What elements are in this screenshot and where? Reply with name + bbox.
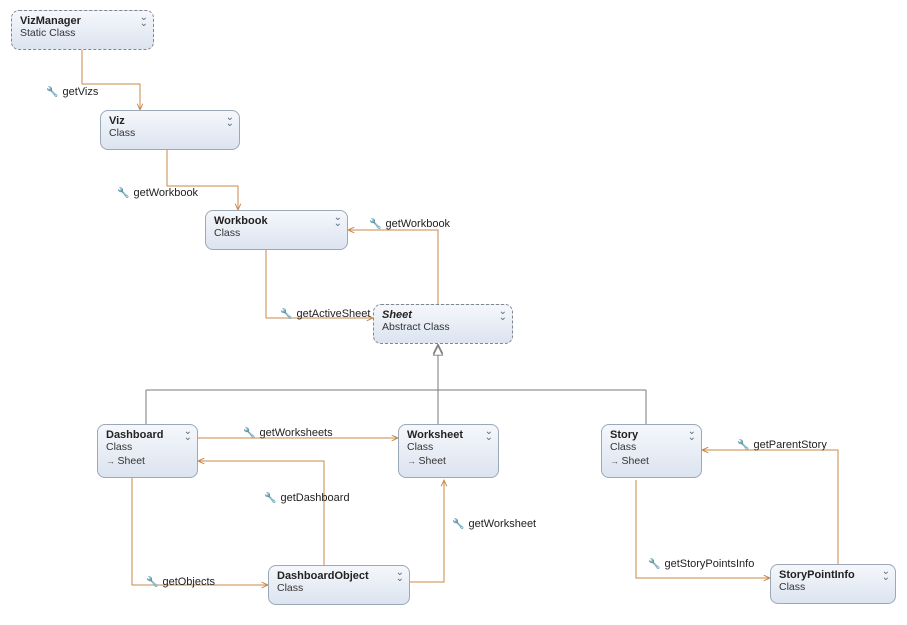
expand-icon[interactable]: ⌄⌄ bbox=[485, 429, 492, 441]
node-subtitle: Class bbox=[407, 441, 490, 453]
edge-label-getworkbook: 🔧getWorkbook bbox=[117, 187, 198, 199]
node-story[interactable]: Story Class Sheet ⌄⌄ bbox=[601, 424, 702, 478]
node-vizmanager[interactable]: VizManager Static Class ⌄⌄ bbox=[11, 10, 154, 50]
expand-icon[interactable]: ⌄⌄ bbox=[882, 569, 889, 581]
node-title: VizManager bbox=[20, 15, 145, 27]
edge-label-getstorypointsinfo: 🔧getStoryPointsInfo bbox=[648, 558, 754, 570]
node-subtitle: Static Class bbox=[20, 27, 145, 39]
wrench-icon: 🔧 bbox=[737, 440, 749, 451]
expand-icon[interactable]: ⌄⌄ bbox=[499, 309, 506, 321]
node-title: Workbook bbox=[214, 215, 339, 227]
wrench-icon: 🔧 bbox=[243, 428, 255, 439]
node-subtitle: Class bbox=[214, 227, 339, 239]
node-title: Dashboard bbox=[106, 429, 189, 441]
node-dashboard[interactable]: Dashboard Class Sheet ⌄⌄ bbox=[97, 424, 198, 478]
node-title: DashboardObject bbox=[277, 570, 401, 582]
wrench-icon: 🔧 bbox=[452, 519, 464, 530]
node-storypointinfo[interactable]: StoryPointInfo Class ⌄⌄ bbox=[770, 564, 896, 604]
edge-label-getparentstory: 🔧getParentStory bbox=[737, 439, 827, 451]
node-subtitle: Class bbox=[610, 441, 693, 453]
node-title: StoryPointInfo bbox=[779, 569, 887, 581]
edge-label-getworksheet: 🔧getWorksheet bbox=[452, 518, 536, 530]
edge-label-getworksheets: 🔧getWorksheets bbox=[243, 427, 333, 439]
node-subtitle: Class bbox=[106, 441, 189, 453]
wrench-icon: 🔧 bbox=[46, 87, 58, 98]
wrench-icon: 🔧 bbox=[648, 559, 660, 570]
expand-icon[interactable]: ⌄⌄ bbox=[688, 429, 695, 441]
node-subtitle: Abstract Class bbox=[382, 321, 504, 333]
node-viz[interactable]: Viz Class ⌄⌄ bbox=[100, 110, 240, 150]
node-subtitle: Class bbox=[779, 581, 887, 593]
node-dashboardobject[interactable]: DashboardObject Class ⌄⌄ bbox=[268, 565, 410, 605]
expand-icon[interactable]: ⌄⌄ bbox=[334, 215, 341, 227]
expand-icon[interactable]: ⌄⌄ bbox=[226, 115, 233, 127]
node-sheet[interactable]: Sheet Abstract Class ⌄⌄ bbox=[373, 304, 513, 344]
node-title: Viz bbox=[109, 115, 231, 127]
edge-label-getobjects: 🔧getObjects bbox=[146, 576, 215, 588]
wrench-icon: 🔧 bbox=[146, 577, 158, 588]
wrench-icon: 🔧 bbox=[280, 309, 292, 320]
node-worksheet[interactable]: Worksheet Class Sheet ⌄⌄ bbox=[398, 424, 499, 478]
node-subtitle: Class bbox=[277, 582, 401, 594]
node-detail: Sheet bbox=[407, 455, 490, 467]
wrench-icon: 🔧 bbox=[264, 493, 276, 504]
node-title: Sheet bbox=[382, 309, 504, 321]
node-detail: Sheet bbox=[610, 455, 693, 467]
expand-icon[interactable]: ⌄⌄ bbox=[140, 15, 147, 27]
node-title: Story bbox=[610, 429, 693, 441]
edge-label-getworkbook-2: 🔧getWorkbook bbox=[369, 218, 450, 230]
node-title: Worksheet bbox=[407, 429, 490, 441]
node-workbook[interactable]: Workbook Class ⌄⌄ bbox=[205, 210, 348, 250]
wrench-icon: 🔧 bbox=[369, 219, 381, 230]
node-subtitle: Class bbox=[109, 127, 231, 139]
expand-icon[interactable]: ⌄⌄ bbox=[396, 570, 403, 582]
edge-label-getvizs: 🔧getVizs bbox=[46, 86, 98, 98]
node-detail: Sheet bbox=[106, 455, 189, 467]
edge-label-getactivesheet: 🔧getActiveSheet bbox=[280, 308, 370, 320]
wrench-icon: 🔧 bbox=[117, 188, 129, 199]
edge-label-getdashboard: 🔧getDashboard bbox=[264, 492, 350, 504]
expand-icon[interactable]: ⌄⌄ bbox=[184, 429, 191, 441]
